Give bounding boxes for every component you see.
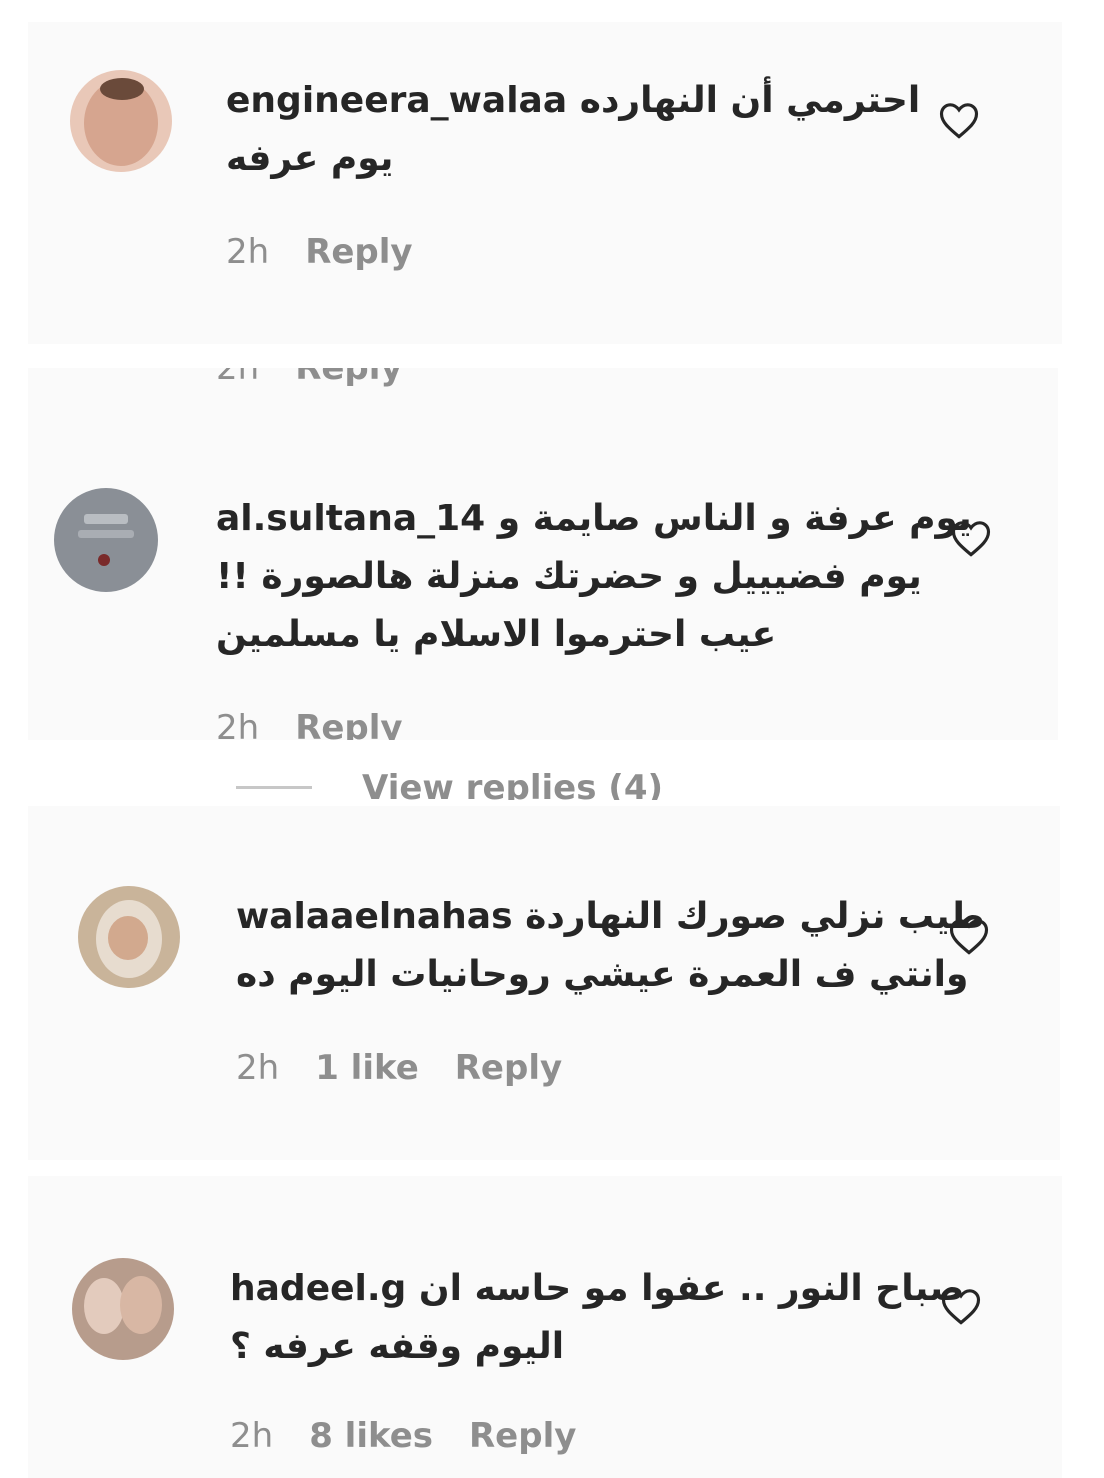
view-replies-button[interactable]: View replies (4) [362,768,663,800]
comment-text: engineera_walaa احترمي أن النهارده يوم ع… [226,72,920,188]
avatar[interactable] [70,70,172,172]
comment-time: 2h [226,232,270,272]
comment-username[interactable]: engineera_walaa [226,80,567,121]
comment-username[interactable]: walaaelnahas [236,896,513,937]
comment-text: hadeel.g صباح النور .. عفوا مو حاسه ان ا… [230,1260,964,1376]
reply-button[interactable]: Reply [295,368,402,388]
comment-body-line: يوم عرفة و الناس صايمة و [497,498,972,539]
heart-outline-icon[interactable] [938,100,980,140]
comment-meta: 2h Reply [226,232,449,272]
comment-card: 2h Reply al.sultana_14 يوم عرفة و الناس ص… [28,368,1058,740]
heart-outline-icon[interactable] [950,518,992,558]
comment-time: 2h [216,368,260,388]
comment-card: walaaelnahas طيب نزلي صورك النهاردة وانت… [28,806,1060,1160]
likes-count[interactable]: 1 like [315,1048,419,1088]
heart-outline-icon[interactable] [948,916,990,956]
comment-body-line: طيب نزلي صورك النهاردة [525,896,985,937]
comment-meta-cropped: 2h Reply [216,368,403,388]
reply-button[interactable]: Reply [455,1048,562,1088]
comment-body-line: اليوم وقفه عرفه ؟ [230,1326,565,1367]
comment-username[interactable]: hadeel.g [230,1268,406,1309]
comment-body-line: صباح النور .. عفوا مو حاسه ان [418,1268,965,1309]
comment-meta: 2h 8 likes Reply [230,1416,612,1456]
avatar[interactable] [78,886,180,988]
comment-body-line: وانتي ف العمرة عيشي روحانيات اليوم ده [236,954,969,995]
divider [236,786,312,789]
heart-outline-icon[interactable] [940,1286,982,1326]
comment-time: 2h [236,1048,280,1088]
comment-username[interactable]: al.sultana_14 [216,498,485,539]
comment-body-line: عيب احترموا الاسلام يا مسلمين [216,614,777,655]
comment-body-line: يوم فضيييل و حضرتك منزلة هالصورة !! [216,556,922,597]
comment-body-line: احترمي أن النهارده [579,80,921,121]
comment-meta: 2h 1 like Reply [236,1048,598,1088]
comment-time: 2h [216,708,260,740]
comment-time: 2h [230,1416,274,1456]
comment-card: engineera_walaa احترمي أن النهارده يوم ع… [28,22,1062,344]
avatar[interactable] [54,488,158,592]
reply-button[interactable]: Reply [305,232,412,272]
comment-meta: 2h Reply [216,708,439,740]
view-replies-row[interactable]: View replies (4) [28,756,1058,800]
comment-text: al.sultana_14 يوم عرفة و الناس صايمة و ي… [216,490,972,664]
comment-card: hadeel.g صباح النور .. عفوا مو حاسه ان ا… [28,1176,1062,1478]
avatar[interactable] [72,1258,174,1360]
reply-button[interactable]: Reply [469,1416,576,1456]
comment-text: walaaelnahas طيب نزلي صورك النهاردة وانت… [236,888,985,1004]
comment-body-line: يوم عرفه [226,138,394,179]
likes-count[interactable]: 8 likes [309,1416,433,1456]
reply-button[interactable]: Reply [295,708,402,740]
